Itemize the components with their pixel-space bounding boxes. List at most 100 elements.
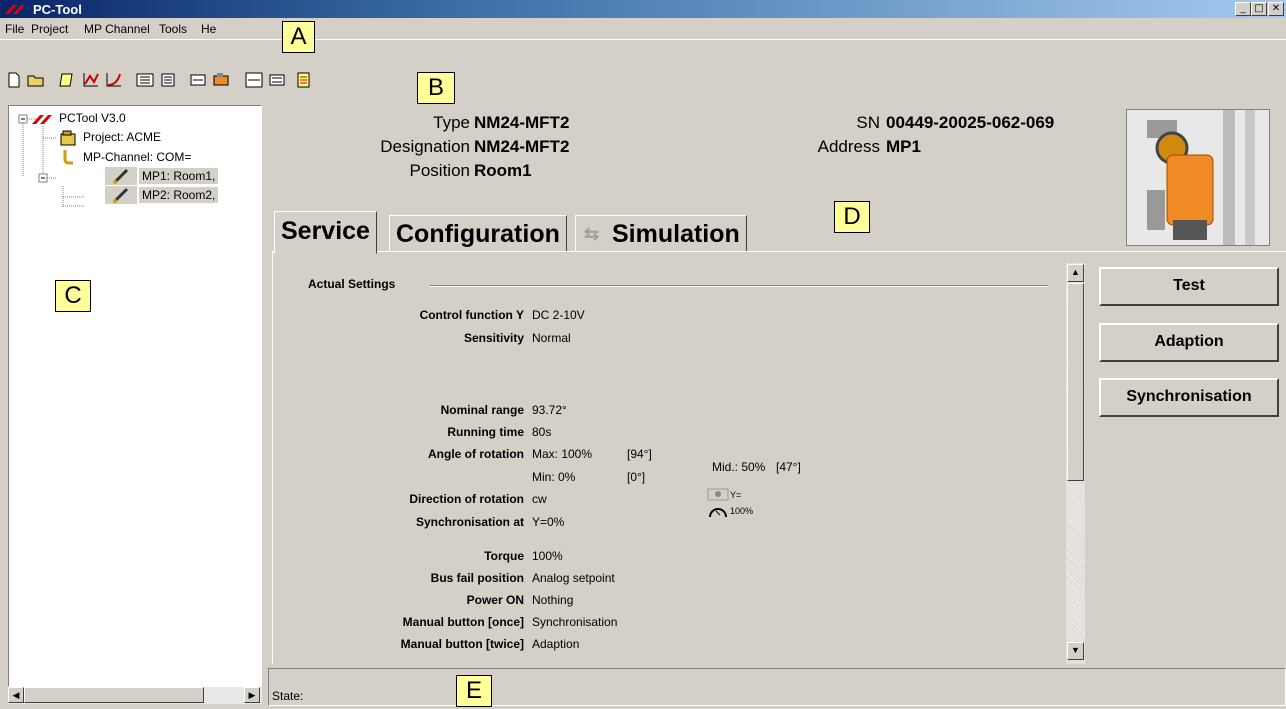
control-function-label: Control function Y [419, 308, 524, 322]
type-label: Type [433, 113, 470, 132]
callout-b: B [417, 72, 455, 104]
nominal-range-value: 93.72° [532, 403, 567, 417]
power-on-label: Power ON [466, 593, 524, 607]
angle-mid-deg: [47°] [776, 460, 801, 474]
tab-configuration[interactable]: Configuration [389, 215, 567, 252]
tree-scroll-thumb[interactable] [24, 687, 204, 703]
open-file-button[interactable] [25, 70, 47, 90]
angle-max-deg: [94°] [627, 447, 652, 461]
nominal-range-label: Nominal range [440, 403, 524, 417]
tree-horizontal-scrollbar[interactable]: ◀ ▶ [8, 687, 262, 704]
actuator-photo [1126, 109, 1270, 246]
power-on-value: Nothing [532, 593, 574, 607]
manual-twice-label: Manual button [twice] [400, 637, 524, 651]
angle-min-value: Min: 0% [532, 470, 576, 484]
manual-twice-value: Adaption [532, 637, 580, 651]
section-divider [430, 285, 1048, 287]
menu-help[interactable]: He [201, 22, 216, 36]
minimize-button[interactable]: _ [1235, 2, 1251, 16]
manual-once-label: Manual button [once] [402, 615, 524, 629]
sn-label: SN [856, 113, 880, 132]
scroll-right-button[interactable]: ▶ [244, 687, 260, 703]
bus-fail-label: Bus fail position [430, 571, 524, 585]
pctool-logo-icon [32, 115, 52, 124]
address-value: MP1 [886, 137, 921, 156]
callout-c: C [55, 280, 91, 312]
synchronisation-button[interactable]: Synchronisation [1099, 378, 1279, 417]
status-bar [268, 668, 1286, 706]
scan-button[interactable] [134, 70, 156, 90]
app-logo-icon [5, 5, 25, 14]
trend-button[interactable] [103, 70, 125, 90]
test-button[interactable]: Test [1099, 267, 1279, 306]
control-function-value: DC 2-10V [532, 308, 585, 322]
sn-value: 00449-20025-062-069 [886, 113, 1055, 132]
mp1-mp2-button[interactable] [243, 70, 265, 90]
list-button[interactable] [157, 70, 179, 90]
angle-mid-value: Mid.: 50% [712, 460, 766, 474]
direction-label: Direction of rotation [409, 492, 524, 506]
sync-at-label: Synchronisation at [415, 515, 524, 529]
open-folder-icon [27, 75, 44, 87]
scroll-left-button[interactable]: ◀ [8, 687, 24, 703]
tab-service[interactable]: Service [274, 211, 377, 254]
designation-value: NM24-MFT2 [474, 137, 570, 156]
trend-icon [106, 73, 121, 87]
bus-button[interactable] [187, 70, 209, 90]
scan-icon [136, 73, 154, 87]
angle-min-deg: [0°] [627, 470, 646, 484]
angle-max-value: Max: 100% [532, 447, 593, 461]
type-value: NM24-MFT2 [474, 113, 570, 132]
settings-scroll-thumb[interactable] [1067, 283, 1084, 481]
position-value: Room1 [474, 161, 532, 180]
tree-mp2-label[interactable]: MP2: Room2, [139, 187, 219, 203]
maximize-button[interactable]: □ [1251, 2, 1267, 16]
designation-label: Designation [380, 137, 470, 156]
report-button[interactable] [293, 70, 315, 90]
edit-icon [59, 73, 73, 87]
angle-label: Angle of rotation [428, 447, 524, 461]
new-file-button[interactable] [3, 70, 25, 90]
running-time-label: Running time [447, 425, 524, 439]
menu-tools[interactable]: Tools [159, 22, 187, 36]
graph-button[interactable] [80, 70, 102, 90]
status-label: State: [272, 689, 304, 703]
project-icon [60, 130, 76, 146]
graph-icon [83, 73, 99, 87]
running-time-value: 80s [532, 425, 552, 439]
tree-mp1-label[interactable]: MP1: Room1, [139, 168, 219, 184]
menu-mp-channel[interactable]: MP Channel [84, 22, 150, 36]
tree-channel-label[interactable]: MP-Channel: COM= [83, 150, 191, 164]
torque-value: 100% [532, 549, 563, 563]
direction-icon: Y= 100% [706, 487, 776, 521]
actuator-button[interactable] [210, 70, 232, 90]
sensitivity-label: Sensitivity [463, 331, 524, 345]
callout-d: D [834, 201, 870, 233]
menu-file[interactable]: File [5, 22, 24, 36]
callout-e: E [456, 675, 492, 707]
manual-once-value: Synchronisation [532, 615, 618, 629]
new-file-icon [8, 72, 20, 88]
direction-icon-pct: 100% [730, 506, 754, 516]
direction-value: cw [532, 492, 547, 506]
edit-button[interactable] [57, 70, 79, 90]
scroll-up-button[interactable]: ▲ [1067, 264, 1084, 282]
scroll-down-button[interactable]: ▼ [1067, 642, 1084, 660]
mp1-icon [105, 167, 137, 185]
bus-config-button[interactable] [266, 70, 288, 90]
simulation-icon: ⇆ [584, 224, 600, 244]
tab-simulation-label: Simulation [612, 220, 740, 248]
report-icon [297, 72, 310, 88]
sync-at-value: Y=0% [532, 515, 565, 529]
tree-project-label[interactable]: Project: ACME [83, 130, 161, 144]
bus-config-icon [269, 74, 285, 86]
list-icon [161, 73, 175, 87]
tree-root-label[interactable]: PCTool V3.0 [59, 111, 126, 125]
tab-simulation[interactable]: ⇆ Simulation [575, 215, 747, 252]
menu-project[interactable]: Project [31, 22, 68, 36]
address-label: Address [817, 137, 880, 156]
close-button[interactable]: ✕ [1268, 2, 1284, 16]
position-label: Position [409, 161, 470, 180]
title-bar: PC-Tool _ □ ✕ [0, 0, 1286, 18]
adaption-button[interactable]: Adaption [1099, 323, 1279, 362]
